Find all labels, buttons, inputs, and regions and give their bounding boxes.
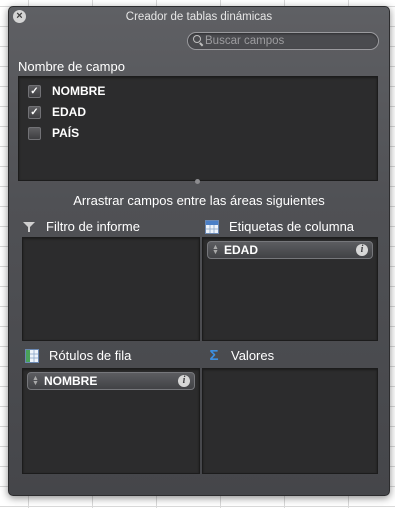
values-title: Valores <box>231 348 275 363</box>
field-list: ✓ NOMBRE ✓ EDAD PAÍS <box>18 76 378 181</box>
search-field[interactable] <box>187 32 379 50</box>
field-checkbox-nombre[interactable]: ✓ <box>28 85 41 98</box>
field-checkbox-edad[interactable]: ✓ <box>28 106 41 119</box>
row-field-pill-nombre[interactable]: ▲ ▼ NOMBRE i <box>27 372 195 390</box>
column-labels-title: Etiquetas de columna <box>229 219 355 234</box>
values-drop-area[interactable] <box>202 368 378 474</box>
resize-handle[interactable] <box>195 179 200 184</box>
field-label: PAÍS <box>52 126 80 140</box>
column-field-pill-edad[interactable]: ▲ ▼ EDAD i <box>207 241 373 259</box>
pill-label: EDAD <box>224 243 259 257</box>
row-labels-drop-area[interactable]: ▲ ▼ NOMBRE i <box>22 368 200 474</box>
drag-hint-text: Arrastrar campos entre las áreas siguien… <box>73 193 325 208</box>
row-labels-title: Rótulos de fila <box>49 348 132 363</box>
field-label: EDAD <box>52 105 87 119</box>
info-icon[interactable]: i <box>178 375 190 387</box>
pivot-table-builder-window: × Creador de tablas dinámicas Nombre de … <box>8 6 390 496</box>
column-labels-drop-area[interactable]: ▲ ▼ EDAD i <box>202 237 378 341</box>
pill-label: NOMBRE <box>44 374 98 388</box>
field-checkbox-pais[interactable] <box>28 127 41 140</box>
filter-icon <box>23 222 35 232</box>
column-labels-icon <box>205 220 219 234</box>
window-titlebar[interactable]: × Creador de tablas dinámicas <box>9 7 389 27</box>
drag-grip-icon[interactable]: ▲ ▼ <box>32 375 39 387</box>
sigma-icon: Σ <box>209 347 219 364</box>
row-labels-icon <box>25 349 39 363</box>
field-section-title: Nombre de campo <box>18 59 125 74</box>
info-icon[interactable]: i <box>356 244 368 256</box>
drag-grip-icon[interactable]: ▲ ▼ <box>212 244 219 256</box>
search-input[interactable] <box>205 33 373 49</box>
field-label: NOMBRE <box>52 84 106 98</box>
report-filter-drop-area[interactable] <box>22 237 200 341</box>
report-filter-title: Filtro de informe <box>46 219 140 234</box>
close-icon[interactable]: × <box>13 10 26 23</box>
window-title: Creador de tablas dinámicas <box>125 11 273 23</box>
search-icon <box>193 35 201 43</box>
